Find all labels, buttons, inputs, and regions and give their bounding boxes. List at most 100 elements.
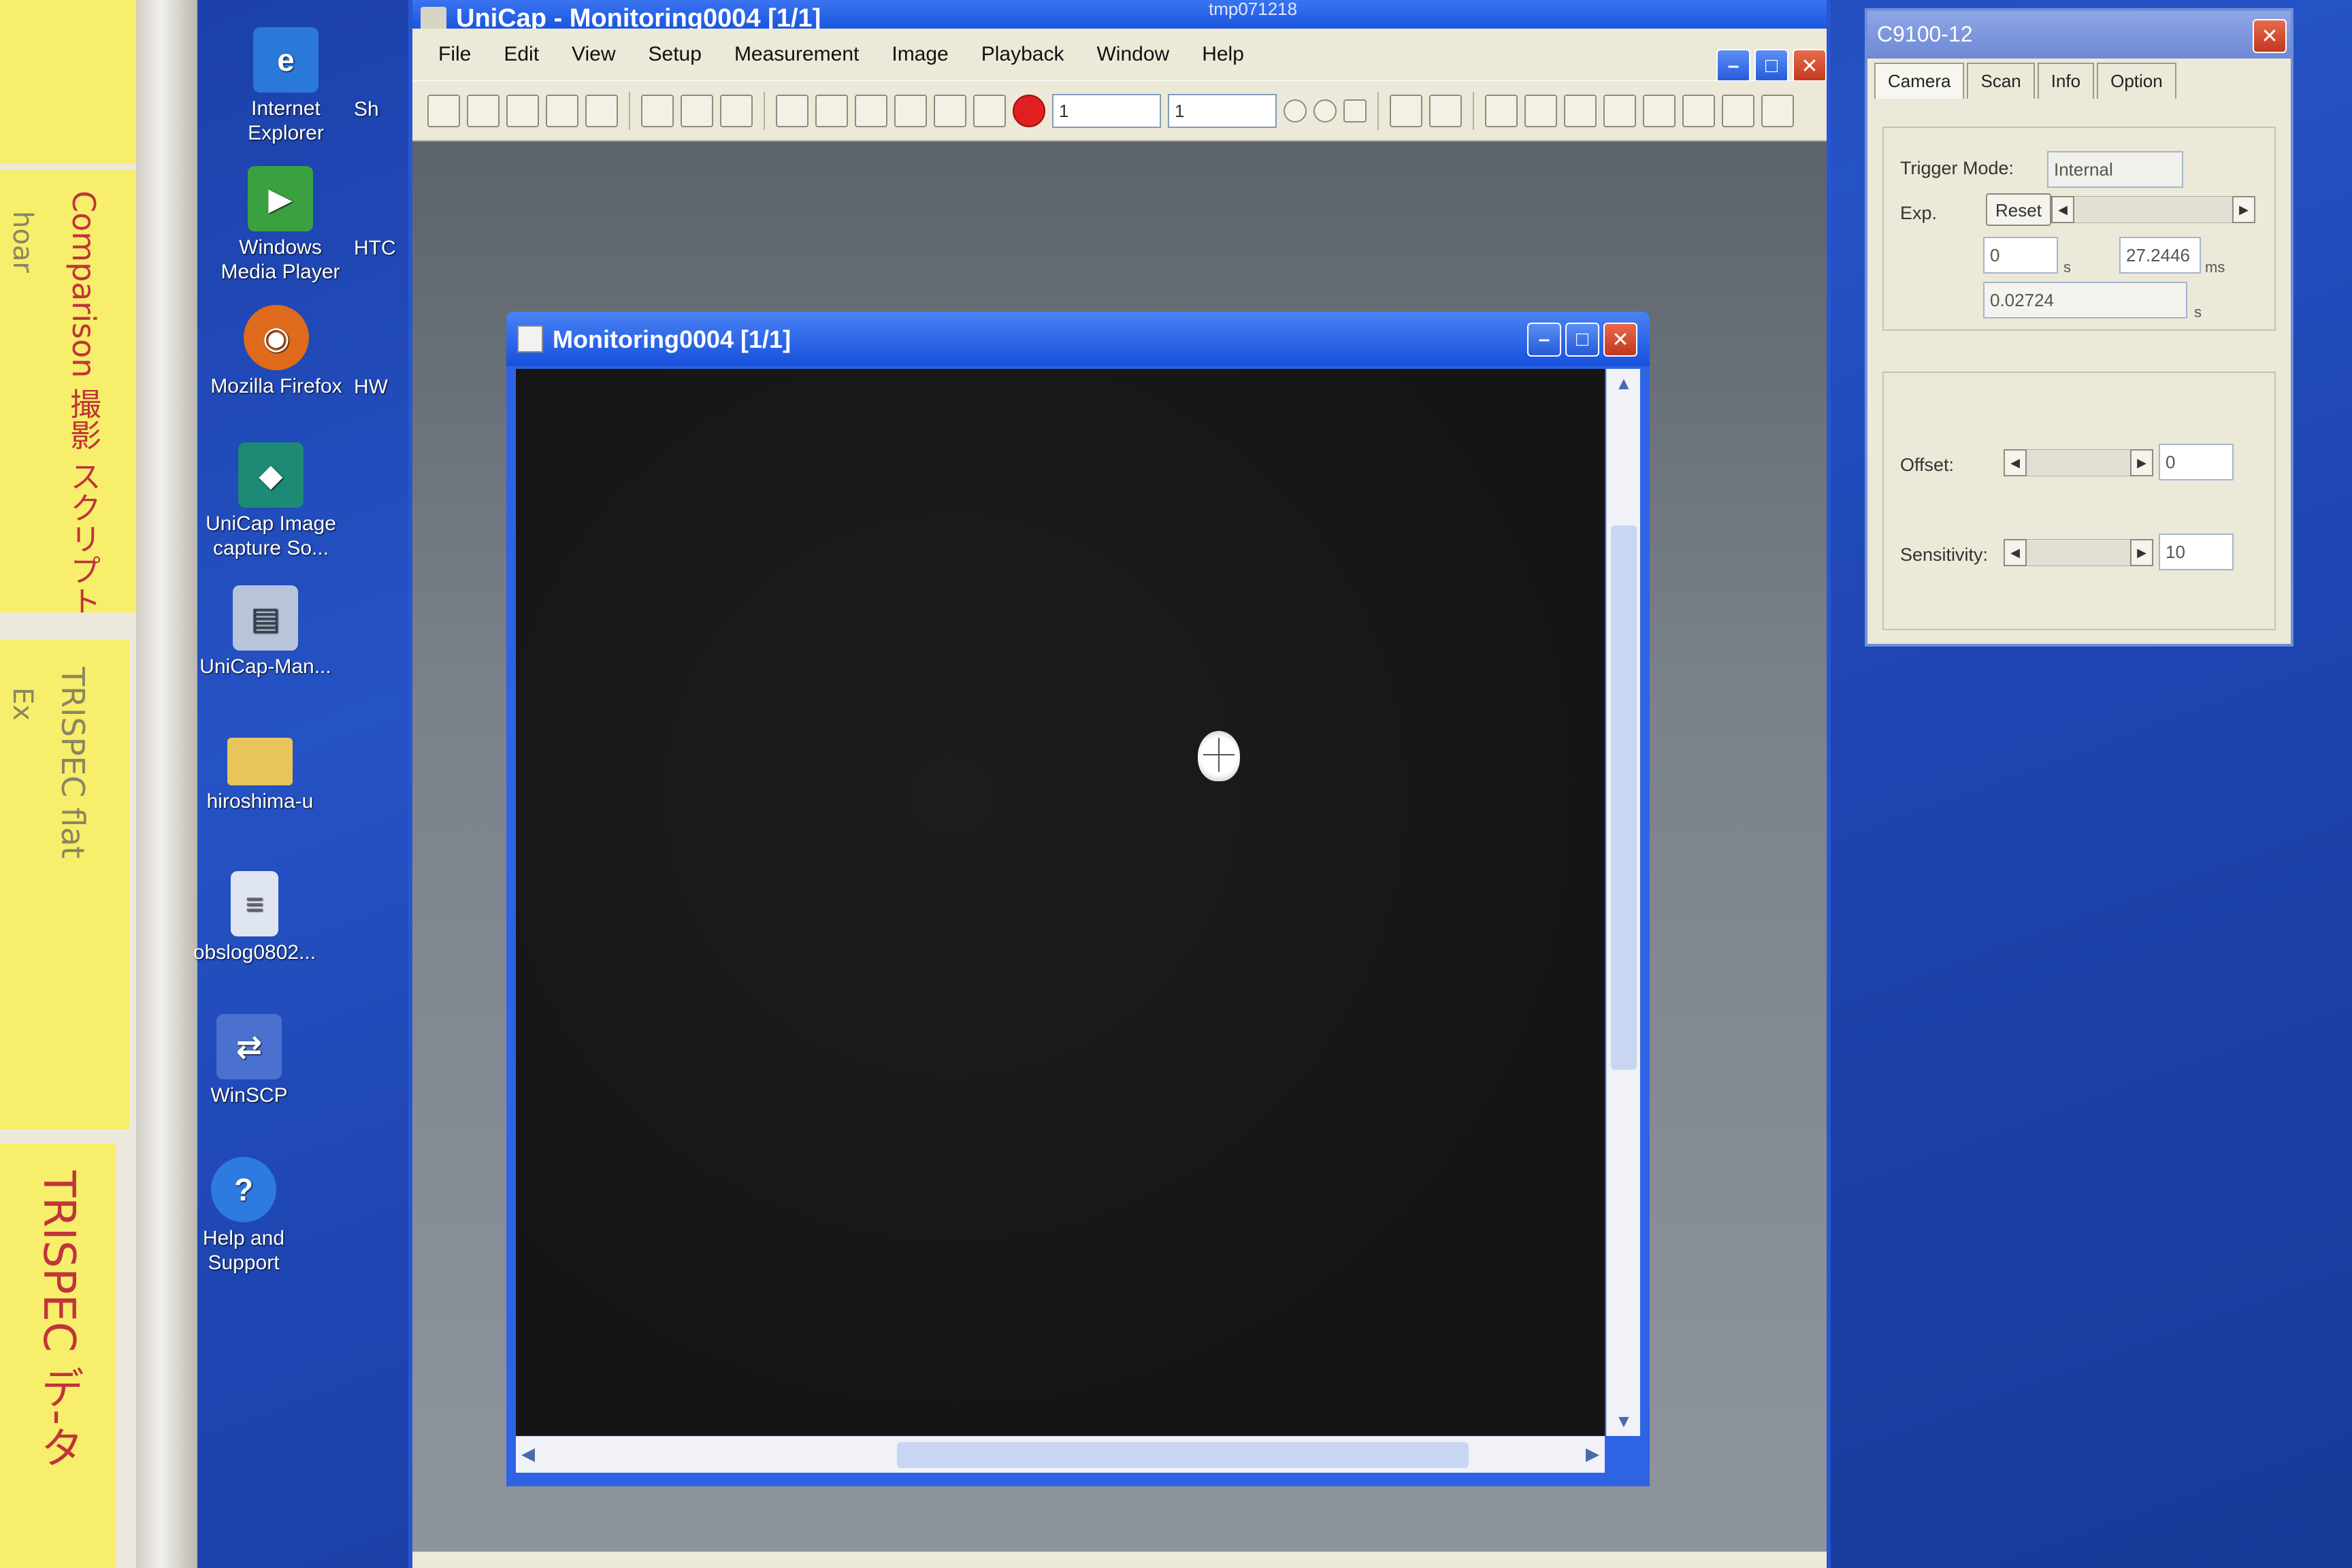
slider-right-arrow-icon[interactable]: ▶ [2130, 539, 2153, 566]
menu-playback[interactable]: Playback [965, 43, 1081, 66]
menu-image[interactable]: Image [875, 43, 964, 66]
scroll-down-icon[interactable]: ▼ [1615, 1411, 1633, 1432]
radio-icon[interactable] [1284, 99, 1307, 122]
zoom-in-icon[interactable] [1390, 94, 1422, 127]
f-icon[interactable] [1643, 94, 1676, 127]
toolbar-separator [764, 91, 765, 130]
maximize-button[interactable]: □ [1565, 323, 1599, 357]
desktop-icon-label-2: capture So... [212, 537, 329, 559]
slider-right-arrow-icon[interactable]: ▶ [2130, 449, 2153, 476]
scroll-right-icon[interactable]: ▶ [1586, 1443, 1599, 1465]
scroll-left-icon[interactable]: ◀ [521, 1443, 535, 1465]
reset-button[interactable]: Reset [1986, 193, 2051, 226]
desktop-icon-obslog[interactable]: ≡ obslog0802... [173, 871, 336, 965]
tab-camera[interactable]: Camera [1874, 63, 1965, 99]
frame-icon[interactable] [855, 94, 887, 127]
firefox-icon: ◉ [244, 305, 309, 370]
desktop-icon-label-partial: Sh [354, 98, 379, 120]
desktop-icon-unicap-manual[interactable]: ▤ UniCap-Man... [184, 585, 347, 679]
rectangle-icon[interactable] [1524, 94, 1557, 127]
desktop-icon-firefox[interactable]: ◉ Mozilla Firefox [195, 305, 358, 399]
image-window-title-bar[interactable]: Monitoring0004 [1/1] [506, 312, 1650, 366]
horizontal-profile-icon[interactable] [1564, 94, 1597, 127]
sticky-note-1-text: Comparison 撮影 スクリプト [65, 191, 102, 612]
vertical-scroll-thumb[interactable] [1611, 525, 1637, 1070]
camera-control-panel: C9100-12 ✕ Camera Scan Info Option Trigg… [1865, 8, 2293, 647]
zoom-out-icon[interactable] [1429, 94, 1462, 127]
desktop-icon-unicap-capture[interactable]: ◆ UniCap Image capture So... [189, 442, 353, 561]
acquire-icon[interactable] [681, 94, 713, 127]
frame-icon[interactable] [934, 94, 966, 127]
slider-left-arrow-icon[interactable]: ◀ [2004, 539, 2027, 566]
menu-edit[interactable]: Edit [487, 43, 555, 66]
intensity-icon[interactable] [1761, 94, 1794, 127]
vertical-profile-icon[interactable] [1603, 94, 1636, 127]
exposure-total-field[interactable]: 0.02724 [1983, 282, 2187, 318]
frame-icon[interactable] [973, 94, 1006, 127]
panel-close-button[interactable]: ✕ [2253, 19, 2287, 53]
histogram-icon[interactable] [720, 94, 753, 127]
menu-window[interactable]: Window [1080, 43, 1186, 66]
tab-scan[interactable]: Scan [1967, 63, 2035, 99]
save-icon[interactable] [506, 94, 539, 127]
horizontal-scrollbar[interactable]: ◀ ▶ [516, 1436, 1605, 1473]
desktop-icon-internet-explorer[interactable]: e Internet Explorer [204, 27, 368, 146]
exposure-seconds-unit: s [2063, 259, 2071, 276]
desktop-icon-winscp[interactable]: ⇄ WinSCP [167, 1014, 331, 1108]
slider-right-arrow-icon[interactable]: ▶ [2232, 196, 2255, 223]
desktop-icon-media-player[interactable]: ▶ Windows Media Player [199, 166, 362, 284]
radio-icon[interactable] [1313, 99, 1337, 122]
menu-help[interactable]: Help [1186, 43, 1260, 66]
star-spot-with-crosshair [1198, 731, 1240, 781]
sequence-icon[interactable] [776, 94, 808, 127]
frame-start-field[interactable]: 1 [1052, 93, 1161, 128]
menu-setup[interactable]: Setup [632, 43, 718, 66]
toolbar: 1 1 [412, 80, 1827, 142]
sensitivity-field[interactable]: 10 [2159, 534, 2234, 570]
trigger-mode-select[interactable]: Internal [2047, 151, 2183, 188]
menu-view[interactable]: View [555, 43, 632, 66]
internet-explorer-icon: e [253, 27, 318, 93]
desktop-icon-label-2: Support [208, 1252, 280, 1274]
stop-icon[interactable] [1013, 94, 1045, 127]
vertical-scrollbar[interactable]: ▲ ▼ [1606, 369, 1640, 1436]
maximize-button[interactable]: □ [1754, 49, 1788, 83]
close-button[interactable]: ✕ [1603, 323, 1637, 357]
horizontal-scroll-thumb[interactable] [897, 1442, 1469, 1468]
frame-icon[interactable] [894, 94, 927, 127]
desktop-icon-label: Internet [251, 97, 321, 120]
print-icon[interactable] [585, 94, 618, 127]
desktop-icon-hiroshima-folder[interactable]: hiroshima-u [178, 728, 342, 814]
h-chart-icon[interactable] [1682, 94, 1715, 127]
minimize-button[interactable]: – [1527, 323, 1561, 357]
scroll-up-icon[interactable]: ▲ [1615, 373, 1633, 394]
open-icon[interactable] [467, 94, 500, 127]
slider-left-arrow-icon[interactable]: ◀ [2004, 449, 2027, 476]
frame-end-field[interactable]: 1 [1168, 93, 1277, 128]
live-icon[interactable] [641, 94, 674, 127]
minimize-button[interactable]: – [1716, 49, 1750, 83]
camera-image-view[interactable] [516, 369, 1605, 1436]
statistics-icon[interactable] [1722, 94, 1754, 127]
exposure-slider[interactable] [2051, 196, 2255, 223]
frame-icon[interactable] [815, 94, 848, 127]
close-button[interactable]: ✕ [1793, 49, 1827, 83]
exposure-seconds-field[interactable]: 0 [1983, 237, 2058, 274]
desktop-icon-help[interactable]: ? Help and Support [162, 1157, 325, 1275]
menu-file[interactable]: File [422, 43, 487, 66]
sticky-note-4: TRISPEC デ-タ [0, 1143, 116, 1568]
image-window-controls: – □ ✕ [1527, 323, 1637, 357]
menu-measurement[interactable]: Measurement [718, 43, 875, 66]
exposure-ms-field[interactable]: 27.2446 [2119, 237, 2201, 274]
tab-option[interactable]: Option [2097, 63, 2176, 99]
tab-info[interactable]: Info [2037, 63, 2095, 99]
slider-left-arrow-icon[interactable]: ◀ [2051, 196, 2074, 223]
new-icon[interactable] [427, 94, 460, 127]
desktop-icon-label: Help and [202, 1227, 285, 1250]
panel-title-bar[interactable]: C9100-12 [1867, 11, 2291, 59]
pointer-icon[interactable] [1485, 94, 1518, 127]
desktop-icon-label: hiroshima-u [206, 790, 314, 813]
offset-field[interactable]: 0 [2159, 444, 2234, 480]
info-icon[interactable] [546, 94, 578, 127]
checkbox-icon[interactable] [1343, 99, 1367, 122]
